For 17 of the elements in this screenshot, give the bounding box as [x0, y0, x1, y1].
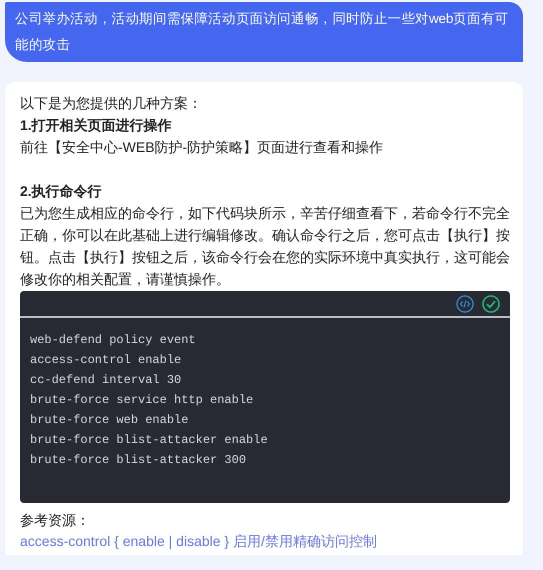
- paragraph: 已为您生成相应的命令行，如下代码块所示，辛苦仔细查看下，若命令行不完全正确，你可以在此基础上进行编辑修改。确认命令行之后，您可点击【执行】按钮。点击【执行】按钮之后，该命令行会在您的实际环境中真实执行，这可能会修改你的相关配置，请谨慎操作。: [20, 204, 510, 289]
- code-line: brute-force blist-attacker 300: [30, 452, 248, 469]
- code-line: brute-force web enable: [30, 412, 190, 429]
- code-line: brute-force service http enable: [30, 392, 254, 409]
- check-icon[interactable]: [482, 294, 500, 312]
- references-label: 参考资源：: [20, 511, 91, 530]
- code-line: brute-force blist-attacker enable: [30, 432, 269, 449]
- paragraph: 前往【安全中心-WEB防护-防护策略】页面进行查看和操作: [20, 138, 384, 157]
- code-icon[interactable]: [456, 294, 474, 312]
- code-line: web-defend policy event: [30, 332, 197, 349]
- code-line: cc-defend interval 30: [30, 372, 182, 389]
- section-heading: 1.打开相关页面进行操作: [20, 116, 173, 135]
- user-message: 公司举办活动，活动期间需保障活动页面访问通畅，同时防止一些对web页面有可能的攻击: [5, 2, 523, 62]
- code-line: access-control enable: [30, 352, 182, 369]
- section-heading: 2.执行命令行: [20, 182, 103, 201]
- intro-text: 以下是为您提供的几种方案：: [20, 94, 203, 113]
- reference-link[interactable]: access-control { enable | disable } 启用/禁用精确访问控制: [20, 531, 508, 551]
